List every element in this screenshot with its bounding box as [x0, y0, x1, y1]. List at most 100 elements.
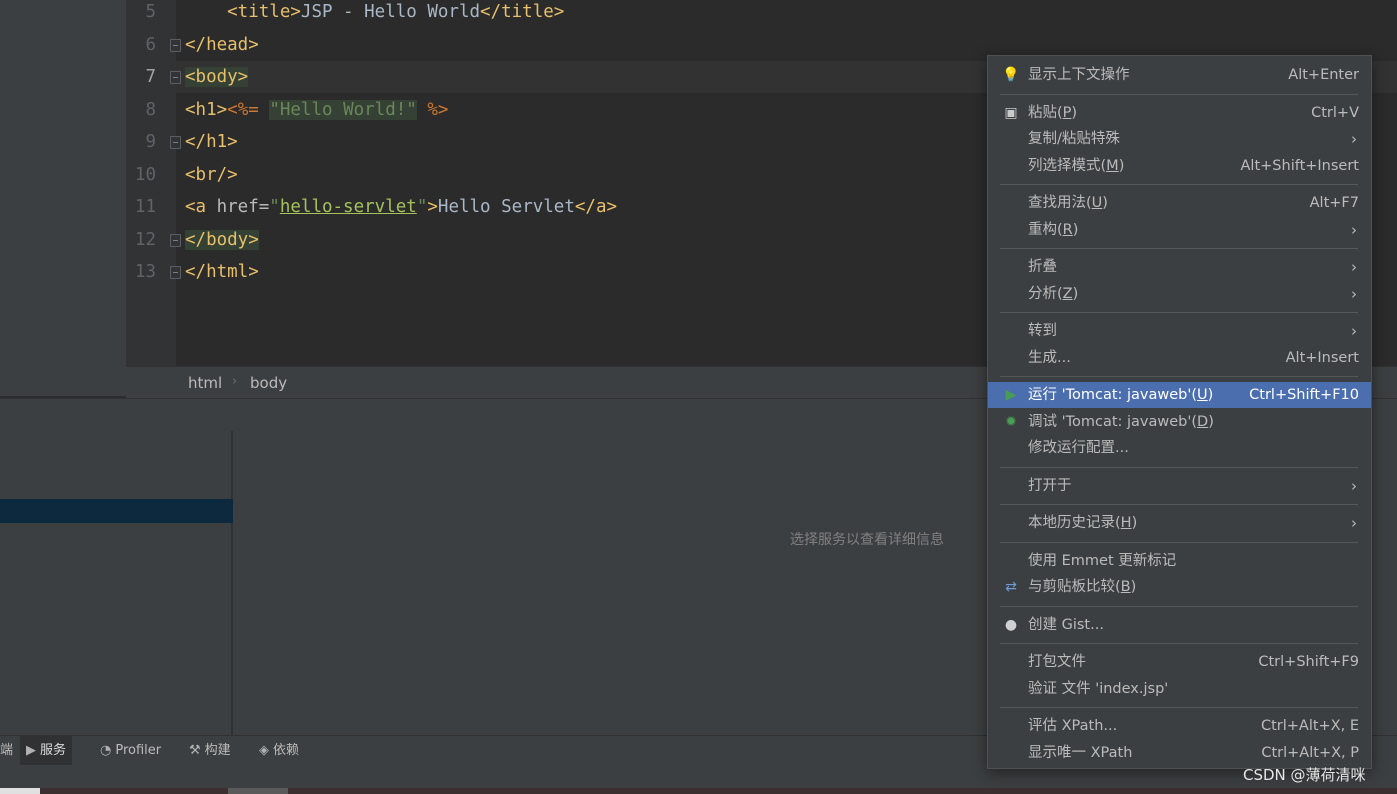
- menu-item[interactable]: 本地历史记录(H) ›: [988, 510, 1371, 536]
- menu-item[interactable]: 查找用法(U) Alt+F7: [988, 190, 1371, 216]
- menu-item-shortcut: Alt+Enter: [1288, 67, 1359, 83]
- menu-item-label: 使用 Emmet 更新标记: [1028, 552, 1177, 569]
- menu-item-label: 修改运行配置...: [1028, 440, 1129, 456]
- menu-item-label: 打开于: [1028, 477, 1072, 494]
- fold-marker-icon[interactable]: [170, 136, 181, 149]
- menu-separator: [1000, 248, 1358, 249]
- fold-marker-icon[interactable]: [170, 71, 181, 84]
- menu-separator: [1000, 605, 1358, 607]
- fold-marker-icon[interactable]: [170, 266, 181, 279]
- line-number: 11: [134, 197, 156, 217]
- code-text: <body>: [185, 61, 249, 93]
- github-icon: ●: [1004, 616, 1018, 633]
- code-token: </body>: [185, 229, 259, 250]
- menu-item-label: 调试 'Tomcat: javaweb'(D): [1028, 413, 1214, 430]
- breadcrumb-html[interactable]: html: [188, 374, 222, 392]
- line-number: 9: [145, 132, 156, 152]
- menu-item-label: 查找用法(U): [1028, 195, 1108, 211]
- line-number: 8: [145, 99, 156, 120]
- menu-separator: [1000, 466, 1358, 468]
- chevron-right-icon: ›: [1351, 322, 1357, 340]
- code-text: </h1>: [185, 126, 238, 158]
- breadcrumb-body[interactable]: body: [250, 374, 287, 392]
- tool-button-services[interactable]: ▶ 服务: [20, 736, 73, 766]
- chevron-right-icon: ›: [1351, 130, 1357, 148]
- menu-item[interactable]: 打开于 ›: [988, 473, 1371, 499]
- tool-button-terminal-label: 端: [0, 743, 14, 758]
- menu-item[interactable]: 使用 Emmet 更新标记: [988, 548, 1371, 574]
- menu-item-shortcut: Ctrl+Alt+X, E: [1260, 718, 1359, 734]
- menu-item[interactable]: 修改运行配置...: [988, 435, 1371, 461]
- menu-item[interactable]: 分析(Z) ›: [988, 281, 1371, 307]
- chevron-right-icon: ›: [1351, 220, 1357, 239]
- tool-button-profiler[interactable]: ◔ Profiler: [94, 736, 167, 766]
- fold-marker-icon[interactable]: [170, 38, 181, 52]
- code-text: </head>: [185, 29, 259, 61]
- menu-item[interactable]: 💡 显示上下文操作 Alt+Enter: [988, 62, 1371, 88]
- menu-item[interactable]: 验证 文件 'index.jsp': [988, 676, 1371, 702]
- taskbar-segment: [228, 788, 288, 794]
- menu-separator: [1000, 541, 1358, 543]
- menu-item[interactable]: 转到 ›: [988, 318, 1371, 344]
- line-number: 6: [145, 34, 156, 55]
- code-token: >: [427, 197, 438, 217]
- menu-item-label: 生成...: [1028, 349, 1071, 366]
- menu-item[interactable]: 列选择模式(M) Alt+Shift+Insert: [988, 153, 1371, 179]
- menu-item[interactable]: 生成... Alt+Insert: [988, 345, 1371, 371]
- menu-item[interactable]: ▶ 运行 'Tomcat: javaweb'(U) Ctrl+Shift+F10: [988, 382, 1371, 408]
- menu-item[interactable]: ▣ 粘贴(P) Ctrl+V: [988, 100, 1371, 126]
- menu-item[interactable]: ✹ 调试 'Tomcat: javaweb'(D): [988, 409, 1371, 435]
- menu-item-label: 列选择模式(M): [1028, 157, 1125, 174]
- menu-item[interactable]: 评估 XPath... Ctrl+Alt+X, E: [988, 713, 1371, 739]
- tool-button-build-label: 构建: [204, 743, 231, 758]
- menu-item-shortcut: Alt+Insert: [1285, 349, 1359, 366]
- breadcrumb-separator: ›: [232, 374, 238, 389]
- code-token: href=: [216, 197, 270, 217]
- line-number: 10: [134, 164, 156, 185]
- chevron-right-icon: ›: [1351, 476, 1357, 495]
- menu-item[interactable]: ⇄ 与剪贴板比较(B): [988, 574, 1371, 600]
- code-token: <%=: [227, 99, 270, 120]
- menu-item-label: 验证 文件 'index.jsp': [1028, 680, 1169, 697]
- code-text: <br/>: [185, 159, 238, 191]
- taskbar-segment: [0, 788, 40, 794]
- chevron-right-icon: ›: [1351, 258, 1357, 276]
- code-token: ": [416, 197, 428, 217]
- menu-item-label: 重构(R): [1028, 221, 1079, 238]
- code-line[interactable]: 5 <title>JSP - Hello World</title>: [126, 0, 1397, 28]
- code-text: <title>JSP - Hello World</title>: [185, 0, 564, 28]
- fold-marker-icon[interactable]: [170, 233, 181, 247]
- line-number: 5: [145, 2, 156, 22]
- menu-item-label: 转到: [1028, 323, 1057, 339]
- menu-separator: [1000, 93, 1358, 95]
- menu-item-label: 复制/粘贴特殊: [1028, 131, 1120, 147]
- menu-item[interactable]: 重构(R) ›: [988, 217, 1371, 243]
- services-tree-selected-row[interactable]: [0, 499, 233, 523]
- menu-item[interactable]: 折叠 ›: [988, 254, 1371, 280]
- menu-item-label: 打包文件: [1028, 654, 1086, 670]
- tool-button-dependencies[interactable]: ◈ 依赖: [253, 736, 305, 766]
- menu-item[interactable]: 显示唯一 XPath Ctrl+Alt+X, P: [988, 740, 1371, 766]
- code-token: ": [269, 197, 280, 217]
- project-panel: [0, 0, 126, 396]
- code-token: </html>: [185, 262, 259, 282]
- profiler-icon: ◔: [100, 743, 112, 758]
- code-text: <h1><%= "Hello World!" %>: [185, 94, 448, 126]
- code-token: "Hello World!": [269, 99, 417, 120]
- code-token: <body>: [185, 67, 249, 87]
- tool-button-build[interactable]: ⚒ 构建: [183, 736, 237, 766]
- code-token: <title>: [185, 2, 301, 22]
- menu-item[interactable]: 打包文件 Ctrl+Shift+F9: [988, 649, 1371, 675]
- menu-item-label: 折叠: [1028, 259, 1057, 275]
- menu-item[interactable]: ● 创建 Gist...: [988, 612, 1371, 638]
- services-tree[interactable]: [0, 431, 233, 736]
- menu-item-shortcut: Alt+F7: [1309, 195, 1359, 211]
- menu-item-label: 分析(Z): [1028, 285, 1079, 302]
- tool-button-services-label: 服务: [40, 743, 67, 758]
- chevron-right-icon: ›: [1351, 514, 1357, 532]
- menu-item-shortcut: Ctrl+V: [1311, 104, 1359, 121]
- code-token: <a: [185, 197, 217, 217]
- dependencies-icon: ◈: [259, 743, 269, 758]
- tool-button-terminal[interactable]: 端: [0, 736, 19, 766]
- menu-item[interactable]: 复制/粘贴特殊 ›: [988, 126, 1371, 152]
